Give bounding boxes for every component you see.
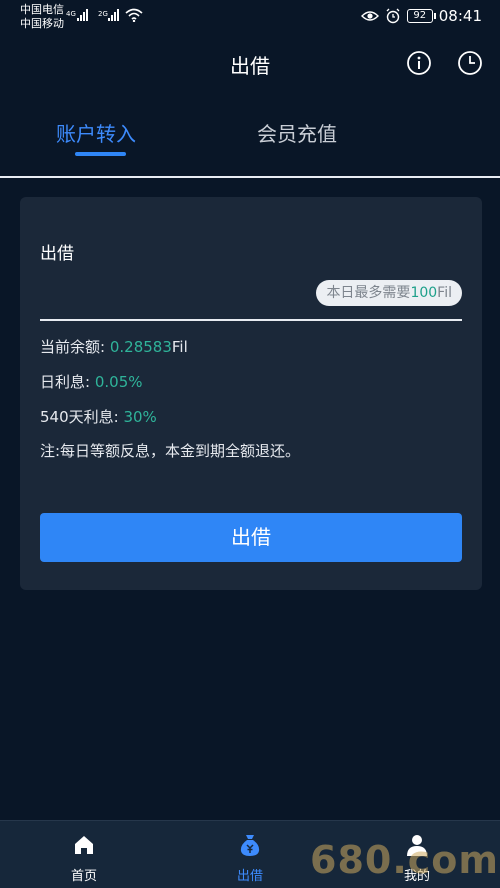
term-rate-value: 30% [123, 408, 157, 426]
nav-lend-label: 出借 [236, 869, 263, 884]
home-icon [75, 836, 93, 854]
signal-icon [77, 9, 88, 21]
lend-amount-input[interactable] [40, 277, 320, 309]
eye-icon [360, 11, 379, 21]
balance-label: 当前余额: [40, 338, 106, 356]
status-bar: 中国电信 中国移动 4G 2G 92 08:41 [0, 0, 500, 36]
tab-account-transfer[interactable]: 账户转入 [56, 118, 136, 147]
daily-rate-label: 日利息: [40, 373, 91, 391]
tab-member-recharge[interactable]: 会员充值 [257, 118, 337, 147]
repayment-note: 注:每日等额反息，本金到期全额退还。 [40, 442, 301, 460]
balance-value: 0.28583 [109, 338, 172, 356]
daily-rate-row: 日利息: 0.05% [40, 371, 143, 392]
carrier-1: 中国电信 [20, 3, 64, 16]
lend-submit-button[interactable]: 出借 [40, 513, 462, 562]
network-type-2: 2G [98, 10, 108, 18]
carrier-info: 中国电信 中国移动 [20, 3, 64, 31]
daily-max-prefix: 本日最多需要 [326, 285, 411, 301]
battery-indicator: 92 [406, 9, 436, 23]
balance-unit: Fil [171, 338, 188, 356]
wifi-icon [125, 8, 143, 22]
nav-home[interactable]: 首页 [34, 821, 134, 888]
signal-icon-2 [108, 9, 119, 21]
active-tab-indicator [75, 152, 126, 156]
alarm-icon [386, 8, 400, 24]
clock-time: 08:41 [438, 7, 482, 25]
daily-max-badge: 本日最多需要100Fil [316, 280, 462, 306]
lend-amount-label: 出借 [40, 244, 74, 264]
daily-max-unit: Fil [437, 285, 452, 301]
lend-form-card: 出借 本日最多需要100Fil 当前余额: 0.28583Fil 日利息: 0.… [20, 197, 482, 590]
status-right-group: 92 08:41 [360, 7, 482, 25]
app-header: 出借 [0, 36, 500, 92]
balance-row: 当前余额: 0.28583Fil [40, 336, 188, 357]
money-bag-icon [240, 835, 260, 856]
site-watermark: 680.com [310, 838, 499, 882]
history-clock-icon[interactable] [457, 50, 483, 76]
daily-rate-value: 0.05% [94, 373, 143, 391]
info-icon[interactable] [406, 50, 432, 76]
tab-bar: 账户转入 会员充值 [0, 100, 500, 178]
nav-lend[interactable]: 出借 [200, 821, 300, 888]
carrier-2: 中国移动 [20, 17, 64, 30]
term-rate-row: 540天利息: 30% [40, 406, 157, 427]
term-rate-label: 540天利息: [40, 408, 119, 426]
daily-max-amount: 100 [410, 285, 438, 301]
input-underline [40, 319, 462, 321]
network-type-1: 4G [66, 10, 76, 18]
nav-home-label: 首页 [70, 869, 97, 884]
